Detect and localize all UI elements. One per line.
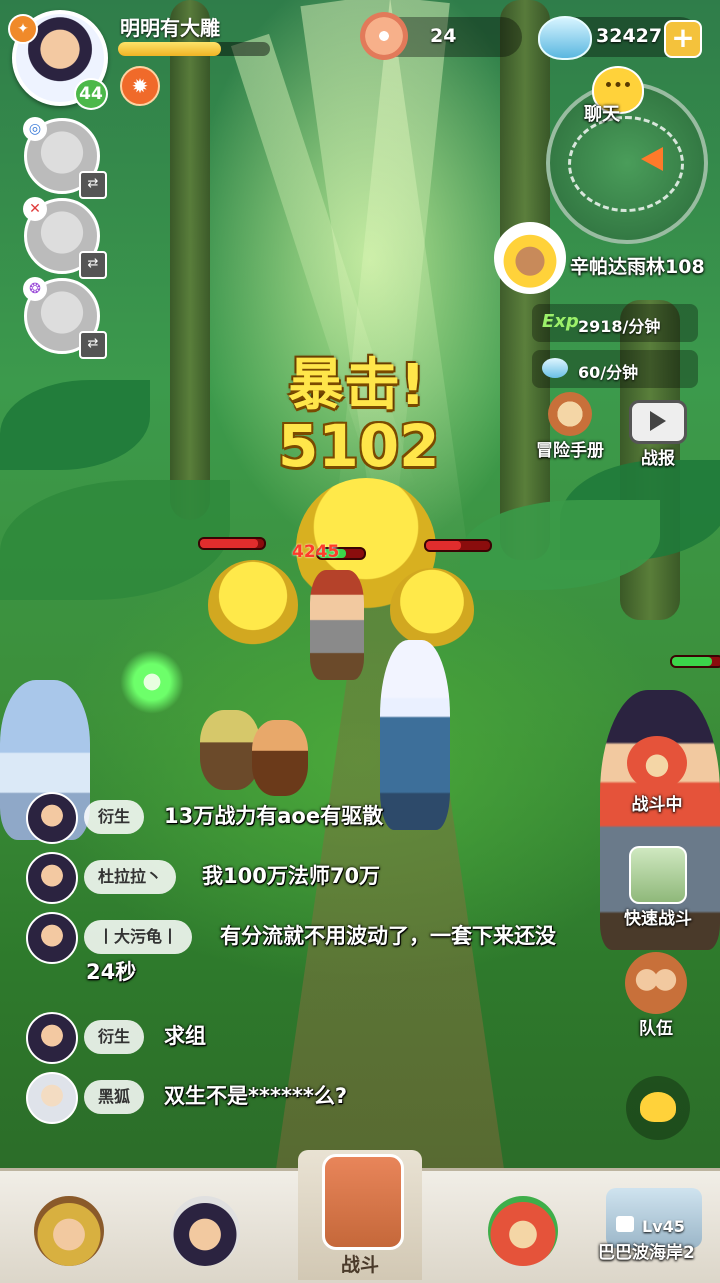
- swap-icon[interactable]: ⇄: [79, 251, 107, 279]
- gem-rate: 60/分钟: [578, 363, 639, 382]
- open-chat-button[interactable]: [626, 1076, 690, 1140]
- adventure-handbook-button[interactable]: 冒险手册: [530, 392, 610, 461]
- chat-username[interactable]: 黑狐: [84, 1080, 145, 1114]
- battle-totem-icon: [322, 1154, 404, 1250]
- ally-hp-bar: [670, 655, 720, 668]
- zone-name: 辛帕达雨林108: [570, 256, 705, 278]
- chat-username[interactable]: 衍生: [84, 800, 145, 834]
- player-xp-fill: [118, 42, 222, 56]
- party-member-avatar[interactable]: ◎ ⇄: [23, 117, 107, 199]
- handbook-icon: [548, 392, 592, 436]
- gem-count: 32427: [596, 25, 663, 47]
- yellow-ape-enemy[interactable]: [208, 560, 298, 650]
- chat-avatar[interactable]: [26, 792, 78, 844]
- exp-label: Exp: [542, 311, 579, 332]
- hero-tab-icon: [34, 1196, 104, 1266]
- chat-text: 我100万法师70万: [202, 864, 381, 888]
- handbook-label: 冒险手册: [536, 441, 604, 461]
- lock-icon: [616, 1216, 634, 1232]
- chat-text: 求组: [164, 1024, 206, 1048]
- team-button[interactable]: 队伍: [618, 952, 694, 1039]
- enemy-hp-bar: [198, 537, 266, 550]
- tab-battle[interactable]: 战斗: [298, 1150, 422, 1280]
- chat-username[interactable]: 衍生: [84, 1020, 145, 1054]
- character-tab-icon: [170, 1196, 240, 1266]
- shell-count: 24: [430, 25, 457, 47]
- foliage: [0, 380, 150, 470]
- enemy-hp-bar: [424, 539, 492, 552]
- battle-report-button[interactable]: 战报: [620, 400, 696, 469]
- zone-boss-avatar[interactable]: [494, 222, 566, 294]
- gem-icon: [538, 16, 592, 60]
- arcane-element-icon: ❂: [23, 277, 47, 301]
- in-battle-button[interactable]: 战斗中: [612, 736, 702, 815]
- gem-icon: [542, 358, 568, 378]
- tree-trunk: [170, 0, 210, 520]
- buff-icon[interactable]: ✹: [120, 66, 160, 106]
- tab-character[interactable]: [150, 1176, 260, 1276]
- enemy-hp-fill: [426, 541, 462, 550]
- enemy-hp-fill: [200, 539, 258, 548]
- caveman-hero: [310, 570, 364, 680]
- team-label: 队伍: [639, 1019, 673, 1039]
- fire-element-icon: ✦: [8, 14, 38, 44]
- chat-message: 衍生 13万战力有aoe有驱散: [26, 792, 586, 844]
- green-magic-orb: [120, 650, 184, 714]
- chat-avatar[interactable]: [26, 1012, 78, 1064]
- plant-creature: [200, 710, 260, 790]
- swap-icon[interactable]: ⇄: [79, 171, 107, 199]
- player-level-badge: 44: [74, 78, 108, 110]
- battle-report-icon: [629, 400, 687, 444]
- chat-text: 双生不是******么?: [164, 1084, 348, 1108]
- quick-battle-icon: [629, 846, 687, 904]
- locked-zone-name: 巴巴波海岸2: [598, 1243, 695, 1263]
- foliage: [0, 480, 230, 600]
- party-member-avatar[interactable]: ❂ ⇄: [23, 277, 107, 359]
- chat-message: 黑狐 双生不是******么?: [26, 1072, 586, 1124]
- red-dragon-icon: [488, 1196, 558, 1266]
- critical-hit-text: 暴击!: [288, 353, 426, 418]
- party-member-avatar[interactable]: ✕ ⇄: [23, 197, 107, 279]
- water-element-icon: ◎: [23, 117, 47, 141]
- add-gems-button[interactable]: +: [664, 20, 702, 58]
- chat-avatar[interactable]: [26, 1072, 78, 1124]
- tab-hero[interactable]: [14, 1176, 124, 1276]
- swap-icon[interactable]: ⇄: [79, 331, 107, 359]
- tab-battle-label: 战斗: [340, 1254, 379, 1276]
- team-icon: [625, 952, 687, 1014]
- battle-report-label: 战报: [641, 449, 675, 469]
- quick-battle-button[interactable]: 快速战斗: [612, 846, 704, 929]
- attack-element-icon: ✕: [23, 197, 47, 221]
- exp-rate: 2918/分钟: [578, 317, 661, 336]
- chat-button-label[interactable]: 聊天: [584, 100, 620, 126]
- player-xp-bar: [118, 42, 270, 56]
- chat-text: 13万战力有aoe有驱散: [164, 804, 384, 828]
- chat-message: 丨大污龟丨 有分流就不用波动了，一套下来还没24秒: [26, 912, 586, 1002]
- shell-icon: [360, 12, 408, 60]
- chat-bubble-icon: [640, 1092, 676, 1122]
- ally-hp-fill: [672, 657, 712, 666]
- critical-damage-number: 5102: [278, 412, 440, 480]
- chat-avatar[interactable]: [26, 912, 78, 964]
- locked-zone-level: Lv45: [642, 1217, 685, 1236]
- chat-username[interactable]: 杜拉拉丶: [84, 860, 177, 894]
- tab-pets[interactable]: [468, 1176, 578, 1276]
- chat-text: 有分流就不用波动了，一套下来还没24秒: [86, 924, 556, 984]
- red-dragon-icon: [627, 736, 687, 790]
- in-battle-label: 战斗中: [631, 795, 683, 815]
- chat-message: 衍生 求组: [26, 1012, 586, 1064]
- gem-rate-panel: 60/分钟: [532, 350, 698, 388]
- exp-rate-panel: Exp 2918/分钟: [532, 304, 698, 342]
- plant-creature: [252, 720, 308, 796]
- damage-number: 4245: [292, 542, 340, 562]
- chat-message: 杜拉拉丶 我100万法师70万: [26, 852, 586, 904]
- yellow-ape-enemy[interactable]: [390, 568, 474, 652]
- minimap-route: [568, 116, 684, 212]
- player-position-marker-icon: [641, 147, 663, 171]
- quick-battle-label: 快速战斗: [624, 909, 692, 929]
- chat-avatar[interactable]: [26, 852, 78, 904]
- player-name: 明明有大雕: [120, 16, 220, 40]
